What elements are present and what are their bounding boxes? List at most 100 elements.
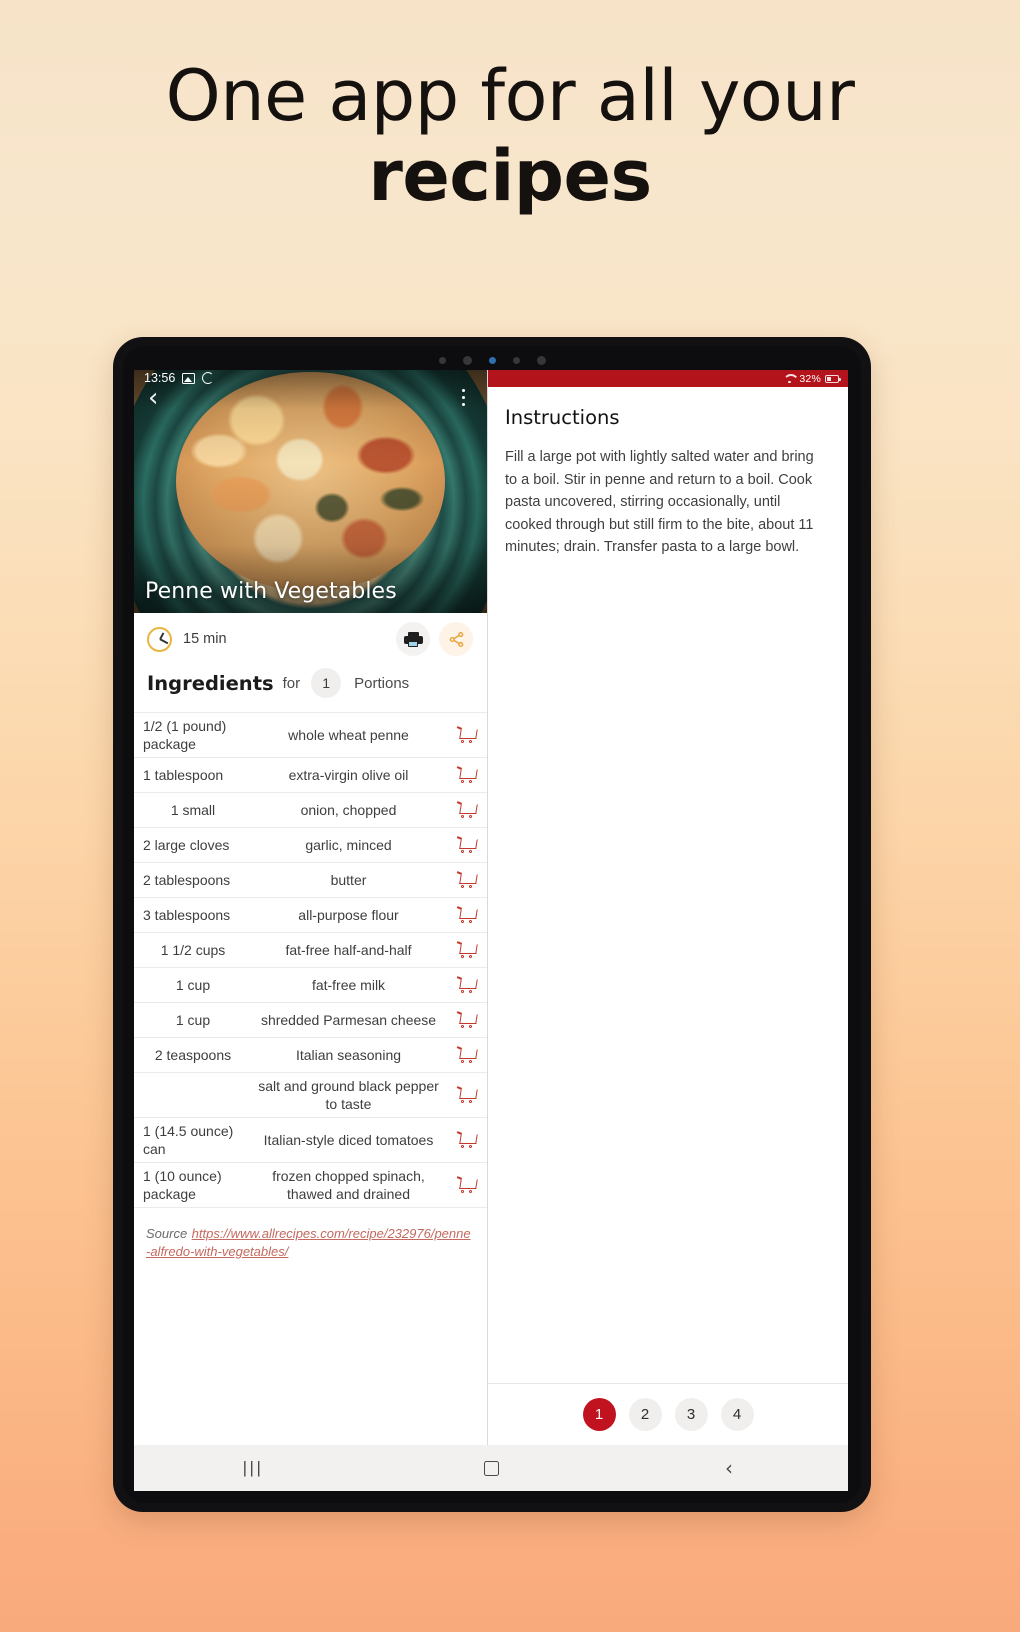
shopping-cart-icon: [457, 802, 476, 818]
add-to-shopping-list-button[interactable]: [445, 837, 487, 853]
ingredient-quantity: 3 tablespoons: [143, 907, 231, 923]
ingredient-name: whole wheat penne: [288, 727, 409, 743]
step-page-3[interactable]: 3: [674, 1398, 708, 1431]
share-icon: [449, 631, 463, 647]
add-to-shopping-list-button[interactable]: [445, 1047, 487, 1063]
promo-headline: One app for all your recipes: [0, 56, 1020, 216]
add-to-shopping-list-button[interactable]: [445, 802, 487, 818]
shopping-cart-icon: [457, 1047, 476, 1063]
ingredient-row: 1 cup shredded Parmesan cheese: [134, 1002, 487, 1037]
step-page-4[interactable]: 4: [720, 1398, 754, 1431]
recipe-hero-image: 13:56 ‹ Penne with Vegetables: [134, 370, 487, 613]
ingredient-row: 1/2 (1 pound) package whole wheat penne: [134, 712, 487, 757]
ingredient-name: fat-free milk: [311, 977, 386, 993]
for-label: for: [282, 674, 301, 692]
picture-icon: [182, 372, 196, 384]
ingredient-row: 1 1/2 cups fat-free half-and-half: [134, 932, 487, 967]
instructions-content: Instructions Fill a large pot with light…: [488, 387, 848, 1383]
ingredient-name: frozen chopped spinach, thawed and drain…: [272, 1168, 425, 1202]
add-to-shopping-list-button[interactable]: [445, 1132, 487, 1148]
shopping-cart-icon: [457, 942, 476, 958]
ingredient-name: fat-free half-and-half: [285, 942, 412, 958]
indicator-led-icon: [488, 356, 496, 364]
ingredient-row: 2 large cloves garlic, minced: [134, 827, 487, 862]
ingredient-quantity: 1 cup: [175, 1012, 211, 1028]
back-button[interactable]: ‹: [148, 385, 174, 412]
ingredient-quantity: 2 teaspoons: [154, 1047, 232, 1063]
ingredient-row: 1 (10 ounce) package frozen chopped spina…: [134, 1162, 487, 1208]
recipe-meta-row: 15 min: [134, 613, 487, 665]
ingredient-name: all-purpose flour: [298, 907, 399, 923]
add-to-shopping-list-button[interactable]: [445, 767, 487, 783]
ingredient-name: salt and ground black pepper to taste: [258, 1078, 439, 1112]
recents-icon: |||: [242, 1458, 264, 1477]
add-to-shopping-list-button[interactable]: [445, 907, 487, 923]
ingredient-row: 1 tablespoon extra-virgin olive oil: [134, 757, 487, 792]
ingredient-name: onion, chopped: [300, 802, 397, 818]
shopping-cart-icon: [457, 977, 476, 993]
add-to-shopping-list-button[interactable]: [445, 1177, 487, 1193]
source-link[interactable]: https://www.allrecipes.com/recipe/232976…: [146, 1226, 471, 1259]
more-vertical-icon[interactable]: [453, 382, 473, 412]
ingredient-name: butter: [330, 872, 367, 888]
shopping-cart-icon: [457, 907, 476, 923]
ingredient-quantity: 1 1/2 cups: [160, 942, 226, 958]
print-button[interactable]: [396, 622, 430, 656]
ingredient-row: 1 cup fat-free milk: [134, 967, 487, 1002]
ingredient-name: extra-virgin olive oil: [288, 767, 409, 783]
instructions-pane: 32% Instructions Fill a large pot with l…: [488, 370, 848, 1445]
instructions-heading: Instructions: [505, 406, 620, 429]
portions-stepper[interactable]: 1: [311, 668, 342, 698]
front-camera-row: [123, 352, 861, 368]
promo-headline-line2: recipes: [368, 135, 652, 217]
add-to-shopping-list-button[interactable]: [445, 727, 487, 743]
add-to-shopping-list-button[interactable]: [445, 977, 487, 993]
shopping-cart-icon: [457, 872, 476, 888]
add-to-shopping-list-button[interactable]: [445, 1087, 487, 1103]
status-bar-left: 13:56: [144, 371, 214, 385]
ingredient-row: salt and ground black pepper to taste: [134, 1072, 487, 1117]
recipe-actions: [396, 622, 473, 656]
shopping-cart-icon: [457, 1132, 476, 1148]
device-screen: 13:56 ‹ Penne with Vegetables 15 min Ing…: [134, 370, 848, 1491]
tablet-bezel: 13:56 ‹ Penne with Vegetables 15 min Ing…: [123, 346, 861, 1503]
ingredient-row: 1 small onion, chopped: [134, 792, 487, 827]
hero-gradient-overlay: [134, 370, 487, 613]
ingredients-list: 1/2 (1 pound) package whole wheat penne 1 …: [134, 712, 487, 1208]
add-to-shopping-list-button[interactable]: [445, 942, 487, 958]
ingredient-name: Italian seasoning: [295, 1047, 402, 1063]
recipe-source: Source https://www.allrecipes.com/recipe…: [134, 1208, 487, 1261]
ingredients-header: Ingredients for 1 Portions: [134, 665, 487, 712]
recipe-title: Penne with Vegetables: [145, 579, 397, 604]
sync-icon: [200, 370, 217, 386]
source-label: Source: [146, 1226, 188, 1241]
ingredient-quantity: 1 (14.5 ounce) can: [143, 1123, 234, 1157]
add-to-shopping-list-button[interactable]: [445, 872, 487, 888]
ingredient-quantity: 2 large cloves: [143, 837, 230, 853]
ingredient-row: 3 tablespoons all-purpose flour: [134, 897, 487, 932]
shopping-cart-icon: [457, 767, 476, 783]
step-page-2[interactable]: 2: [628, 1398, 662, 1431]
shopping-cart-icon: [457, 1177, 476, 1193]
ingredient-quantity: 2 tablespoons: [143, 872, 231, 888]
ingredient-quantity: 1/2 (1 pound) package: [143, 718, 227, 752]
recipe-detail-pane: 13:56 ‹ Penne with Vegetables 15 min Ing…: [134, 370, 488, 1445]
home-button[interactable]: [372, 1460, 610, 1476]
shopping-cart-icon: [457, 727, 476, 743]
shopping-cart-icon: [457, 1012, 476, 1028]
battery-icon: [825, 374, 842, 383]
share-button[interactable]: [439, 622, 473, 656]
status-bar-right: 32%: [488, 370, 848, 387]
ingredient-name: garlic, minced: [305, 837, 392, 853]
portions-label: Portions: [354, 674, 410, 692]
recents-button[interactable]: |||: [134, 1458, 372, 1478]
back-nav-button[interactable]: ‹: [610, 1456, 848, 1480]
ingredient-quantity: 1 (10 ounce) package: [143, 1168, 222, 1202]
status-bar-clock: 13:56: [144, 371, 176, 385]
sensor-dot-icon: [512, 356, 520, 364]
step-page-1[interactable]: 1: [582, 1398, 616, 1431]
sensor-dot-icon: [438, 356, 446, 364]
add-to-shopping-list-button[interactable]: [445, 1012, 487, 1028]
clock-icon: [147, 626, 172, 652]
printer-icon: [403, 631, 423, 647]
